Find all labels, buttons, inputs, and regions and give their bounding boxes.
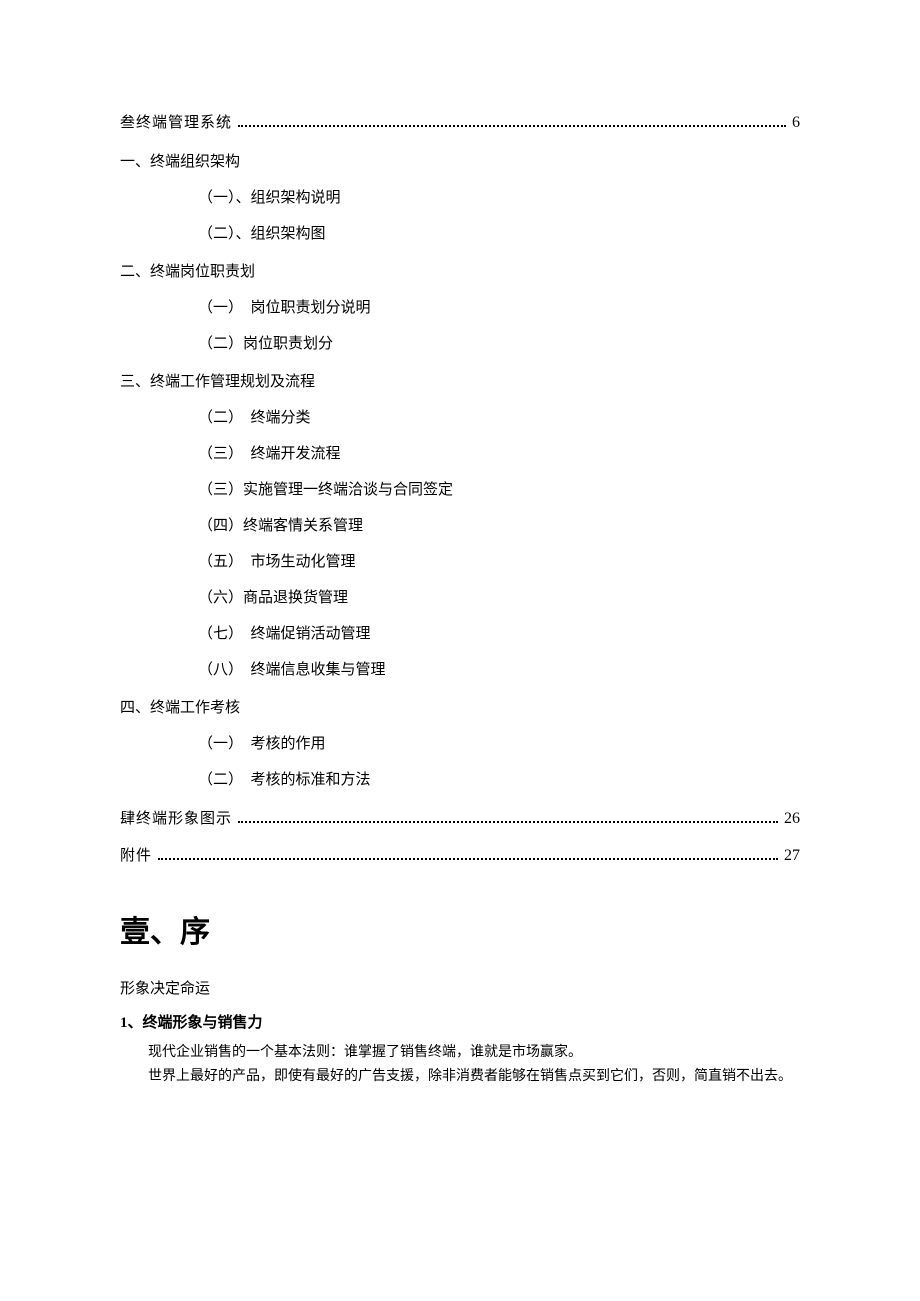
toc-entry-4: 肆终端形象图示 26 bbox=[120, 806, 800, 832]
toc-sub-4-2: （二） 考核的标准和方法 bbox=[198, 768, 800, 792]
toc-sub-3-8: （八） 终端信息收集与管理 bbox=[198, 658, 800, 682]
toc-sub-3-3: （三）实施管理一终端洽谈与合同签定 bbox=[198, 478, 800, 502]
body-paragraph-2: 世界上最好的产品，即使有最好的广告支援，除非消费者能够在销售点买到它们，否则，简… bbox=[120, 1065, 800, 1089]
toc-entry-3: 叁终端管理系统 6 bbox=[120, 110, 800, 136]
toc-leader bbox=[238, 807, 778, 823]
section-heading-1: 1、终端形象与销售力 bbox=[120, 1011, 800, 1035]
toc-sub-2-2: （二）岗位职责划分 bbox=[198, 332, 800, 356]
toc-page-number: 26 bbox=[784, 806, 800, 832]
toc-page-number: 27 bbox=[784, 843, 800, 869]
toc-title: 肆终端形象图示 bbox=[120, 807, 232, 831]
toc-sub-1-2: （二）、组织架构图 bbox=[198, 222, 800, 246]
toc-section-4: 四、终端工作考核 bbox=[120, 696, 800, 720]
toc-section-2: 二、终端岗位职责划 bbox=[120, 260, 800, 284]
chapter-subtitle: 形象决定命运 bbox=[120, 977, 800, 1001]
toc-page-number: 6 bbox=[792, 110, 800, 136]
toc-title: 附件 bbox=[120, 844, 152, 868]
body-paragraph-1: 现代企业销售的一个基本法则：谁掌握了销售终端，谁就是市场赢家。 bbox=[120, 1041, 800, 1065]
toc-section-3: 三、终端工作管理规划及流程 bbox=[120, 370, 800, 394]
toc-sub-2-1: （一） 岗位职责划分说明 bbox=[198, 296, 800, 320]
toc-sub-3-5: （五） 市场生动化管理 bbox=[198, 550, 800, 574]
toc-sub-3-6: （六）商品退换货管理 bbox=[198, 586, 800, 610]
document-page: 叁终端管理系统 6 一、终端组织架构 （一）、组织架构说明 （二）、组织架构图 … bbox=[0, 0, 920, 1301]
toc-sub-3-1: （二） 终端分类 bbox=[198, 406, 800, 430]
toc-sub-3-2: （三） 终端开发流程 bbox=[198, 442, 800, 466]
toc-sub-4-1: （一） 考核的作用 bbox=[198, 732, 800, 756]
toc-sub-3-4: （四）终端客情关系管理 bbox=[198, 514, 800, 538]
toc-leader bbox=[158, 845, 778, 861]
toc-entry-5: 附件 27 bbox=[120, 843, 800, 869]
toc-section-1: 一、终端组织架构 bbox=[120, 150, 800, 174]
toc-leader bbox=[238, 112, 786, 128]
toc-title: 叁终端管理系统 bbox=[120, 111, 232, 135]
chapter-heading: 壹、序 bbox=[120, 909, 800, 957]
toc-sub-1-1: （一）、组织架构说明 bbox=[198, 186, 800, 210]
toc-sub-3-7: （七） 终端促销活动管理 bbox=[198, 622, 800, 646]
